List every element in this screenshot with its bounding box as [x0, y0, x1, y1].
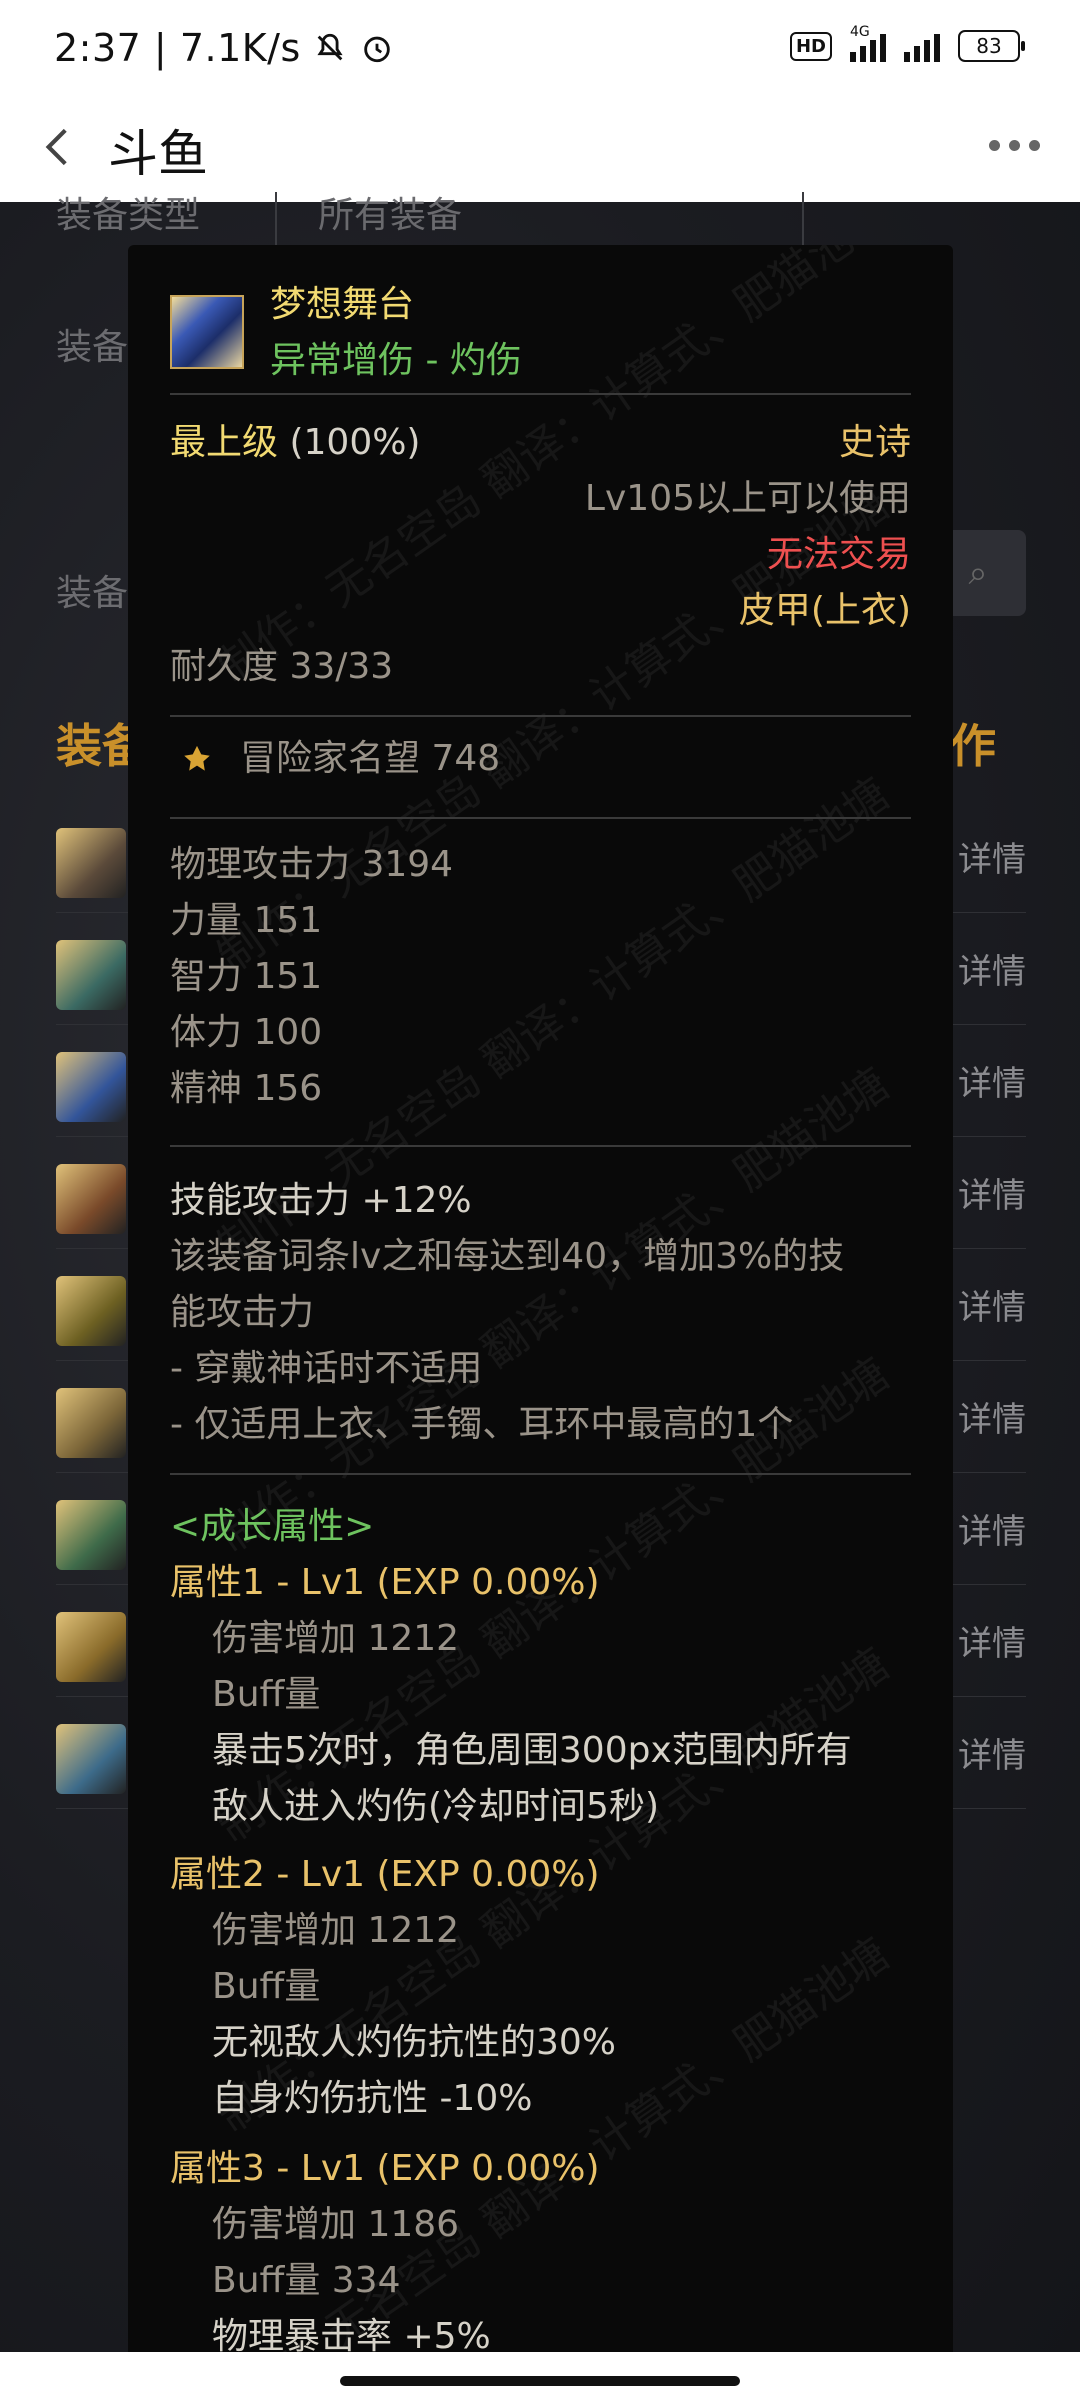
attr3-buff: Buff量 334	[212, 2260, 401, 2301]
attr1-buff: Buff量	[212, 1674, 321, 1715]
detail-link[interactable]: 详情	[958, 944, 1026, 993]
item-icon	[170, 295, 244, 369]
back-icon[interactable]	[34, 122, 84, 172]
equipment-icon	[56, 1724, 126, 1794]
filter-label-c: 装备	[56, 573, 129, 614]
growth-title: <成长属性>	[170, 1506, 375, 1547]
attr1-effect: 暴击5次时，角色周围300px范围内所有	[212, 1730, 852, 1771]
attr2-buff: Buff量	[212, 1966, 321, 2007]
attr1-title: 属性1 - Lv1 (EXP 0.00%)	[170, 1562, 600, 1603]
stat-line: 智力 151	[170, 956, 323, 997]
detail-link[interactable]: 详情	[958, 1168, 1026, 1217]
alarm-icon	[364, 36, 390, 63]
stat-line: 力量 151	[170, 900, 323, 941]
skill-desc: 能攻击力	[170, 1292, 315, 1333]
attr2-effect: 自身灼伤抗性 -10%	[212, 2078, 533, 2119]
stat-line: 体力 100	[170, 1012, 323, 1053]
divider	[170, 715, 911, 717]
list-heading-right: 作	[950, 719, 996, 773]
equipment-icon	[56, 1612, 126, 1682]
trade-status: 无法交易	[766, 534, 911, 575]
signal-icon-2	[904, 30, 940, 62]
hd-badge: HD	[789, 31, 832, 61]
attr3-dmg: 伤害增加 1186	[212, 2204, 460, 2245]
item-subtype: 异常增伤 - 灼伤	[270, 340, 522, 381]
item-name: 梦想舞台	[270, 284, 415, 325]
attr1-dmg: 伤害增加 1212	[212, 1618, 460, 1659]
detail-link[interactable]: 详情	[958, 1616, 1026, 1665]
divider	[170, 393, 911, 395]
attr1-effect: 敌人进入灼伤(冷却时间5秒)	[212, 1786, 659, 1827]
attr2-effect: 无视敌人灼伤抗性的30%	[212, 2022, 617, 2063]
equipment-icon	[56, 828, 126, 898]
item-rarity: 史诗	[838, 422, 911, 463]
skill-desc: 该装备词条lv之和每达到40，增加3%的技	[170, 1236, 845, 1277]
status-time: 2:37 | 7.1K/s	[54, 26, 394, 70]
detail-link[interactable]: 详情	[958, 1728, 1026, 1777]
equipment-icon	[56, 1500, 126, 1570]
item-tooltip: 制作：无名空岛 翻译：计算式、肥猫池塘 制作：无名空岛 翻译：计算式、肥猫池塘 制作…	[128, 245, 953, 2365]
stat-line: 物理攻击力 3194	[170, 844, 454, 885]
skill-attack: 技能攻击力 +12%	[170, 1180, 472, 1221]
equipment-icon	[56, 940, 126, 1010]
signal-icon: 4G	[850, 24, 886, 62]
battery-icon: 83	[958, 30, 1025, 62]
more-icon[interactable]	[989, 140, 1040, 151]
detail-link[interactable]: 详情	[958, 1280, 1026, 1329]
detail-link[interactable]: 详情	[958, 832, 1026, 881]
divider	[170, 1145, 911, 1147]
mute-icon	[317, 33, 343, 61]
detail-link[interactable]: 详情	[958, 1056, 1026, 1105]
page-title: 斗鱼	[108, 125, 208, 183]
skill-note: - 穿戴神话时不适用	[170, 1348, 483, 1389]
attr2-title: 属性2 - Lv1 (EXP 0.00%)	[170, 1854, 600, 1895]
filter-value: 所有装备	[318, 195, 463, 236]
durability: 耐久度 33/33	[170, 646, 394, 687]
filter-label-b: 装备	[56, 327, 129, 368]
fame-value: 冒险家名望 748	[240, 738, 501, 779]
attr2-dmg: 伤害增加 1212	[212, 1910, 460, 1951]
equipment-icon	[56, 1388, 126, 1458]
equipment-icon	[56, 1164, 126, 1234]
detail-link[interactable]: 详情	[958, 1392, 1026, 1441]
divider	[170, 1473, 911, 1475]
filter-label-type: 装备类型	[56, 195, 201, 236]
fame-icon	[184, 745, 210, 771]
gesture-bar	[0, 2352, 1080, 2400]
equipment-icon	[56, 1052, 126, 1122]
equipment-icon	[56, 1276, 126, 1346]
attr3-title: 属性3 - Lv1 (EXP 0.00%)	[170, 2148, 600, 2189]
divider	[170, 817, 911, 819]
status-bar: 2:37 | 7.1K/s HD 4G 83	[0, 0, 1080, 100]
stat-line: 精神 156	[170, 1068, 323, 1109]
skill-note: - 仅适用上衣、手镯、耳环中最高的1个	[170, 1404, 794, 1445]
item-slot: 皮甲(上衣)	[738, 590, 911, 631]
home-indicator[interactable]	[340, 2376, 740, 2386]
level-requirement: Lv105以上可以使用	[584, 478, 911, 519]
detail-link[interactable]: 详情	[958, 1504, 1026, 1553]
